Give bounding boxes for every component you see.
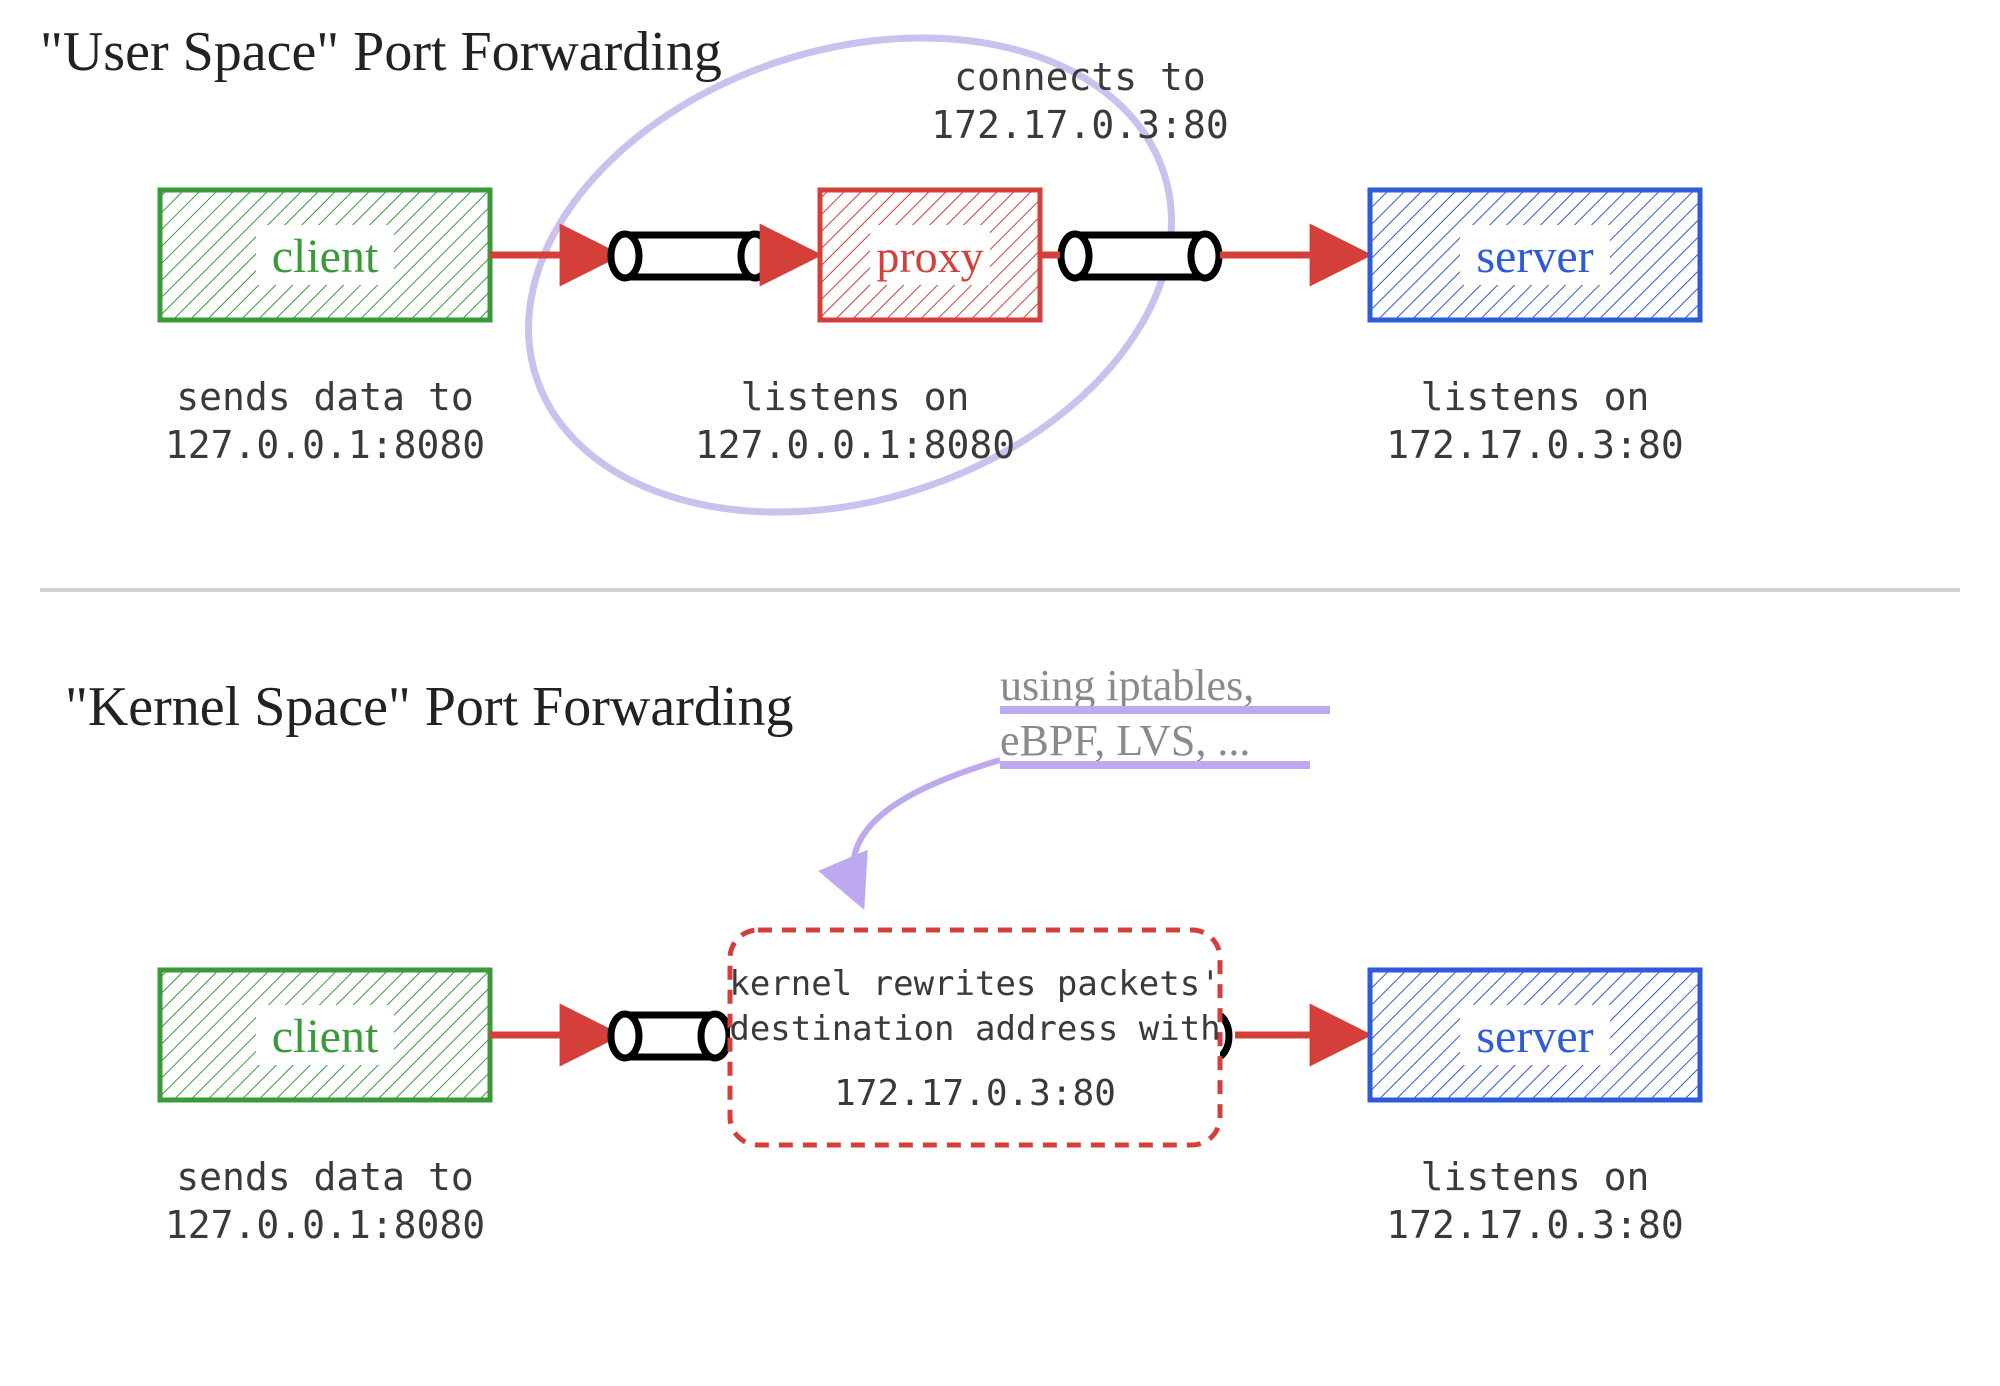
title-kernel-space: "Kernel Space" Port Forwarding <box>65 676 793 738</box>
client-sub1-top: sends data to <box>176 375 473 419</box>
proxy-connects1: connects to <box>954 55 1206 99</box>
iptables-line2: eBPF, LVS, ... <box>1000 716 1250 765</box>
kernel-line1: kernel rewrites packets' <box>729 964 1220 1004</box>
iptables-line1: using iptables, <box>1000 661 1254 710</box>
proxy-box: proxy <box>820 190 1040 320</box>
client-sub2-bottom: 127.0.0.1:8080 <box>165 1203 485 1247</box>
server-listens1-bottom: listens on <box>1421 1155 1650 1199</box>
title-user-space: "User Space" Port Forwarding <box>40 21 722 83</box>
kernel-rewrite-box: kernel rewrites packets' destination add… <box>729 930 1220 1145</box>
server-listens1-top: listens on <box>1421 375 1650 419</box>
pipe-top-left <box>611 234 769 278</box>
server-box-bottom: server <box>1370 970 1700 1100</box>
server-label-top: server <box>1476 230 1593 283</box>
proxy-listens2: 127.0.0.1:8080 <box>695 423 1015 467</box>
client-label-bottom: client <box>272 1010 379 1063</box>
pipe-top-right <box>1061 234 1219 278</box>
client-sub2-top: 127.0.0.1:8080 <box>165 423 485 467</box>
server-listens2-bottom: 172.17.0.3:80 <box>1386 1203 1683 1247</box>
client-box-bottom: client <box>160 970 490 1100</box>
client-box-top: client <box>160 190 490 320</box>
kernel-line3: 172.17.0.3:80 <box>834 1073 1116 1114</box>
server-label-bottom: server <box>1476 1010 1593 1063</box>
proxy-listens1: listens on <box>741 375 970 419</box>
iptables-arrow <box>853 760 1000 900</box>
client-sub1-bottom: sends data to <box>176 1155 473 1199</box>
proxy-label: proxy <box>876 231 983 282</box>
proxy-connects2: 172.17.0.3:80 <box>931 103 1228 147</box>
kernel-line2: destination address with <box>729 1009 1220 1049</box>
client-label-top: client <box>272 230 379 283</box>
iptables-annotation: using iptables, eBPF, LVS, ... <box>1000 661 1330 765</box>
server-box-top: server <box>1370 190 1700 320</box>
server-listens2-top: 172.17.0.3:80 <box>1386 423 1683 467</box>
